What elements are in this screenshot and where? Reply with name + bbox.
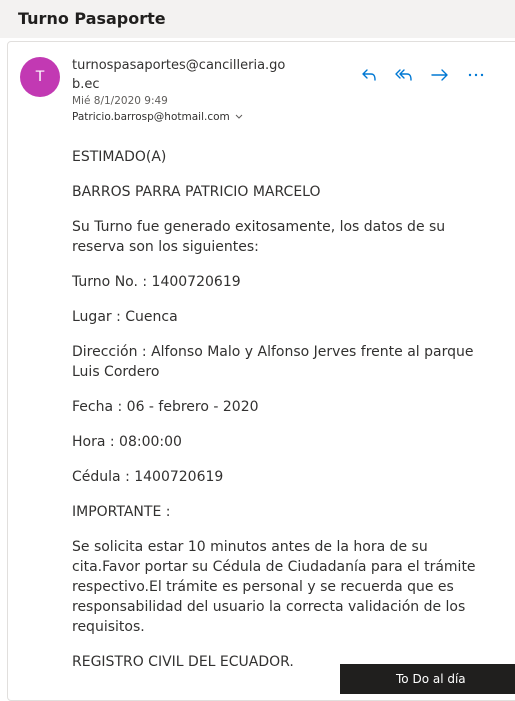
forward-icon[interactable] [430, 66, 450, 84]
sender-address[interactable]: turnospasaportes@cancilleria.gob.ec [72, 56, 292, 94]
greeting: ESTIMADO(A) [72, 149, 167, 165]
place: Lugar : Cuenca [72, 309, 178, 325]
subject-bar: Turno Pasaporte [0, 0, 515, 38]
appointment-date: Fecha : 06 - febrero - 2020 [72, 399, 259, 415]
id-number: Cédula : 1400720619 [72, 469, 224, 485]
more-icon[interactable] [466, 66, 486, 84]
reply-icon[interactable] [360, 66, 380, 84]
message-date: Mié 8/1/2020 9:49 [72, 95, 168, 107]
recipient-line[interactable]: Patricio.barrosp@hotmail.com [72, 111, 243, 123]
notification-toast[interactable]: To Do al día [340, 664, 515, 694]
important-text: Se solicita estar 10 minutos antes de la… [72, 539, 476, 635]
recipient-name: BARROS PARRA PATRICIO MARCELO [72, 184, 321, 200]
turno-number: Turno No. : 1400720619 [72, 274, 241, 290]
message-card: T turnospasaportes@cancilleria.gob.ec Mi… [7, 41, 515, 701]
recipient-address: Patricio.barrosp@hotmail.com [72, 111, 230, 123]
important-heading: IMPORTANTE : [72, 504, 171, 520]
sender-avatar[interactable]: T [20, 57, 60, 97]
address: Dirección : Alfonso Malo y Alfonso Jerve… [72, 344, 474, 380]
message-body: ESTIMADO(A) BARROS PARRA PATRICIO MARCEL… [72, 147, 492, 687]
email-subject: Turno Pasaporte [18, 9, 166, 28]
chevron-down-icon[interactable] [235, 111, 243, 123]
intro-text: Su Turno fue generado exitosamente, los … [72, 219, 446, 255]
reply-all-icon[interactable] [394, 66, 414, 84]
appointment-time: Hora : 08:00:00 [72, 434, 182, 450]
